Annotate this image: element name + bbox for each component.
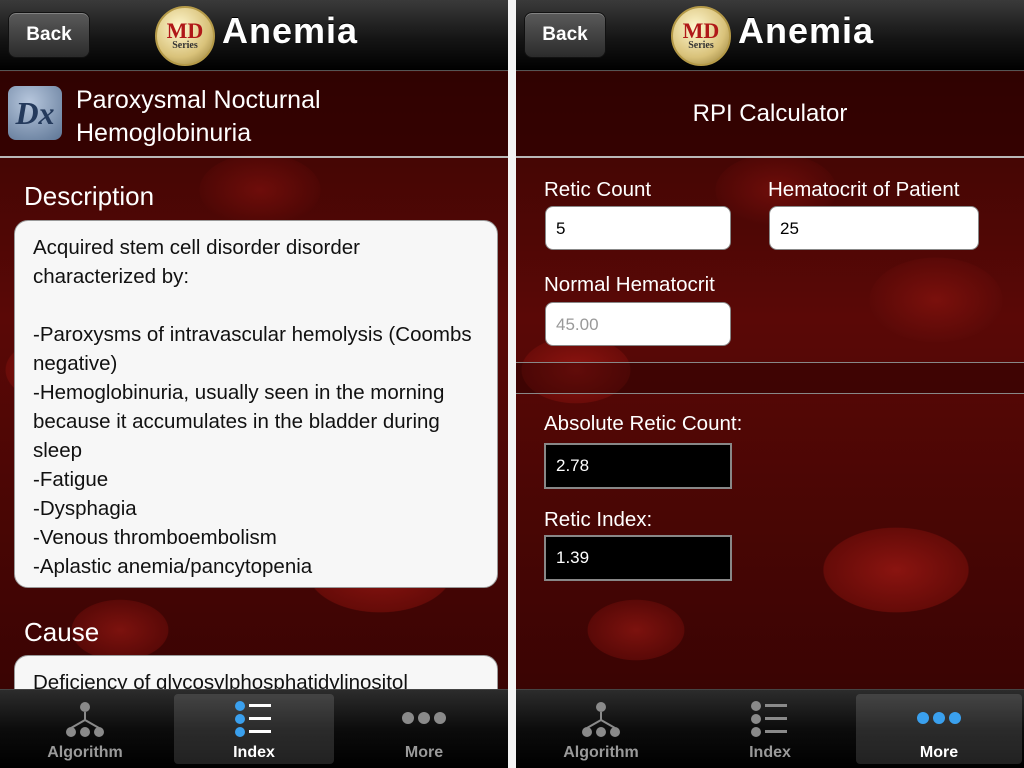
retic-index-output: 1.39 xyxy=(544,535,732,581)
tab-bar: Algorithm Index More xyxy=(516,689,1024,768)
description-heading: Description xyxy=(24,181,155,211)
back-button[interactable]: Back xyxy=(524,12,606,58)
tab-label: More xyxy=(919,744,959,761)
diagnosis-header: Dx Paroxysmal Nocturnal Hemoglobinuria xyxy=(0,72,508,158)
tab-label: Index xyxy=(233,744,275,761)
tab-label: More xyxy=(404,744,444,761)
tab-more[interactable]: More xyxy=(344,694,504,764)
back-button[interactable]: Back xyxy=(8,12,90,58)
more-dots-icon xyxy=(402,712,446,724)
list-icon xyxy=(751,701,787,737)
page-title: Anemia xyxy=(738,10,875,51)
tree-icon xyxy=(582,702,620,737)
retic-count-label: Retic Count xyxy=(544,178,652,201)
md-series-logo: MD Series xyxy=(155,6,215,66)
hematocrit-patient-label: Hematocrit of Patient xyxy=(768,178,960,201)
calculator-title: RPI Calculator xyxy=(692,100,848,127)
calculator-header: RPI Calculator xyxy=(516,72,1024,158)
absolute-retic-label: Absolute Retic Count: xyxy=(544,412,743,435)
logo-subtext: Series xyxy=(688,40,714,51)
left-screen: Back MD Series Anemia Dx Paroxysmal Noctu… xyxy=(0,0,508,768)
screen-divider xyxy=(508,0,516,768)
right-screen: Back MD Series Anemia RPI Calculator Reti… xyxy=(516,0,1024,768)
diagnosis-title: Paroxysmal Nocturnal Hemoglobinuria xyxy=(76,84,496,150)
tab-algorithm[interactable]: Algorithm xyxy=(5,694,165,764)
retic-count-input[interactable]: 5 xyxy=(545,206,731,250)
tab-index[interactable]: Index xyxy=(690,694,850,764)
absolute-retic-output: 2.78 xyxy=(544,443,732,489)
nav-bar: Back MD Series Anemia xyxy=(0,0,508,71)
cause-heading: Cause xyxy=(24,617,100,647)
list-icon xyxy=(235,701,271,737)
md-series-logo: MD Series xyxy=(671,6,731,66)
description-text-box[interactable]: Acquired stem cell disorder disorder cha… xyxy=(14,220,498,588)
more-dots-icon xyxy=(917,712,961,724)
dx-icon: Dx xyxy=(8,86,62,140)
nav-bar: Back MD Series Anemia xyxy=(516,0,1024,71)
tab-bar: Algorithm Index More xyxy=(0,689,508,768)
tab-more[interactable]: More xyxy=(856,694,1022,764)
tab-label: Algorithm xyxy=(47,744,123,761)
diagnosis-title-line1: Paroxysmal Nocturnal xyxy=(76,86,321,114)
tab-label: Algorithm xyxy=(563,744,639,761)
normal-hematocrit-input[interactable]: 45.00 xyxy=(545,302,731,346)
page-title: Anemia xyxy=(222,10,359,51)
normal-hematocrit-label: Normal Hematocrit xyxy=(544,273,715,296)
tab-index[interactable]: Index xyxy=(174,694,334,764)
section-separator xyxy=(516,362,1024,394)
tab-algorithm[interactable]: Algorithm xyxy=(521,694,681,764)
hematocrit-patient-input[interactable]: 25 xyxy=(769,206,979,250)
diagnosis-title-line2: Hemoglobinuria xyxy=(76,119,252,147)
back-button-label: Back xyxy=(542,24,588,45)
back-button-label: Back xyxy=(26,24,72,45)
tab-label: Index xyxy=(749,744,791,761)
tree-icon xyxy=(66,702,104,737)
logo-subtext: Series xyxy=(172,40,198,51)
retic-index-label: Retic Index: xyxy=(544,508,653,531)
